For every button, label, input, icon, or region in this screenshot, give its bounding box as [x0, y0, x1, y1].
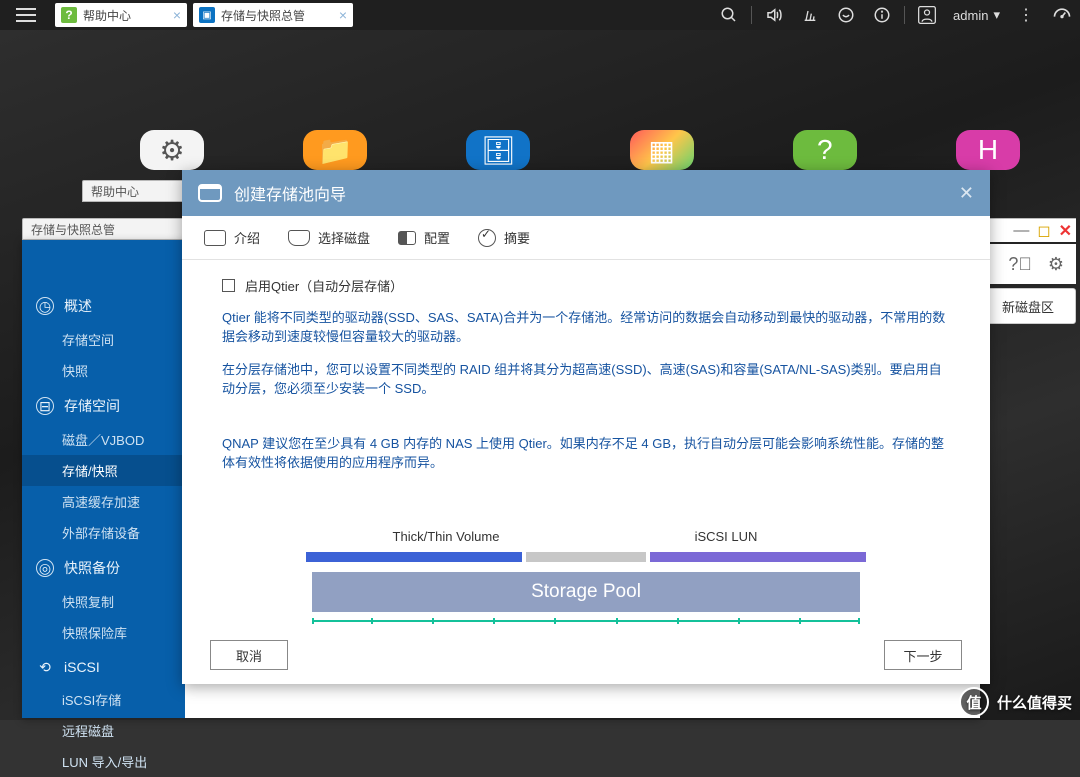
new-partition-button[interactable]: 新磁盘区: [980, 288, 1076, 324]
bg-window-actions: ?⃝ ⚙: [980, 244, 1076, 284]
search-icon[interactable]: [711, 0, 747, 30]
bg-window-sm-title: 存储与快照总管: [22, 218, 202, 240]
qtier-checkbox-row[interactable]: 启用Qtier（自动分层存储）: [222, 276, 950, 295]
menu-icon[interactable]: [0, 0, 52, 30]
close-icon[interactable]: ×: [339, 7, 347, 23]
system-topbar: ? 帮助中心 × ▣ 存储与快照总管 × admin ▾ ⋮: [0, 0, 1080, 30]
step-config[interactable]: 配置: [398, 228, 450, 247]
watermark: 值 什么值得买: [959, 687, 1072, 717]
chevron-down-icon: ▾: [993, 7, 1000, 23]
step-intro[interactable]: 介绍: [204, 228, 260, 247]
diagram-lun-bar: [650, 552, 866, 562]
qtier-desc-3: QNAP 建议您在至少具有 4 GB 内存的 NAS 上使用 Qtier。如果内…: [222, 433, 950, 471]
summary-icon: [478, 229, 496, 247]
diagram-thick-bar: [306, 552, 522, 562]
help-icon: ?: [61, 7, 77, 23]
cancel-button[interactable]: 取消: [210, 640, 288, 670]
pool-diagram: Thick/Thin Volume iSCSI LUN Storage Pool…: [222, 529, 950, 626]
storage-icon: ▣: [199, 7, 215, 23]
more-icon[interactable]: ⋮: [1008, 0, 1044, 30]
qtier-desc-2: 在分层存储池中，您可以设置不同类型的 RAID 组并将其分为超高速(SSD)、高…: [222, 359, 950, 397]
qtier-desc-1: Qtier 能将不同类型的驱动器(SSD、SAS、SATA)合并为一个存储池。经…: [222, 307, 950, 345]
wizard-footer: 取消 下一步: [182, 626, 990, 684]
close-icon[interactable]: ×: [173, 7, 181, 23]
taskbar-label: 帮助中心: [83, 7, 131, 24]
user-menu[interactable]: admin ▾: [945, 7, 1008, 23]
user-name: admin: [953, 8, 988, 23]
sidebar-item-snapvault[interactable]: 快照保险库: [22, 617, 185, 648]
sidebar-item-snapbackup[interactable]: ◎快照备份: [22, 548, 185, 586]
taskbar-item-help[interactable]: ? 帮助中心 ×: [55, 3, 187, 27]
gauge-icon: ◷: [36, 297, 54, 315]
sidebar-item-storage[interactable]: ⊟存储空间: [22, 386, 185, 424]
wizard-steps: 介绍 选择磁盘 配置 摘要: [182, 216, 990, 260]
sidebar-item-overview[interactable]: ◷概述: [22, 286, 185, 324]
sidebar-item-snapshot[interactable]: 快照: [22, 355, 185, 386]
sidebar-item-disks[interactable]: 磁盘／VJBOD: [22, 424, 185, 455]
sm-sidebar: ◷概述 存储空间 快照 ⊟存储空间 磁盘／VJBOD 存储/快照 高速缓存加速 …: [22, 240, 185, 718]
diagram-gap: [526, 552, 646, 562]
sidebar-item-storage-snapshot[interactable]: 存储/快照: [22, 455, 185, 486]
gear-icon[interactable]: ⚙: [1048, 254, 1064, 275]
desktop-app-files[interactable]: 📁: [303, 130, 367, 170]
taskbar-item-storage[interactable]: ▣ 存储与快照总管 ×: [193, 3, 353, 27]
sidebar-item-iscsi[interactable]: ⟲iSCSI: [22, 648, 185, 684]
wizard-header: 创建存储池向导 ✕: [182, 170, 990, 216]
config-icon: [398, 231, 416, 245]
disk-icon: [288, 230, 310, 246]
desktop-app-hd[interactable]: H: [956, 130, 1020, 170]
camera-icon: ◎: [36, 559, 54, 577]
qtier-label: 启用Qtier（自动分层存储）: [245, 276, 403, 295]
sidebar-item-external[interactable]: 外部存储设备: [22, 517, 185, 548]
intro-icon: [204, 230, 226, 246]
taskbar-label: 存储与快照总管: [221, 7, 305, 24]
step-summary[interactable]: 摘要: [478, 228, 530, 247]
wizard-title: 创建存储池向导: [234, 181, 346, 205]
diagram-pool: Storage Pool: [306, 572, 866, 612]
diagram-lun-label: iSCSI LUN: [586, 529, 866, 544]
close-icon[interactable]: ✕: [959, 183, 974, 204]
volume-icon[interactable]: [756, 0, 792, 30]
wizard-body: 启用Qtier（自动分层存储） Qtier 能将不同类型的驱动器(SSD、SAS…: [182, 260, 990, 626]
diagram-raid-bar: [312, 618, 860, 622]
desktop-app-control[interactable]: ⚙: [140, 130, 204, 170]
next-button[interactable]: 下一步: [884, 640, 962, 670]
sidebar-item-lun[interactable]: LUN 导入/导出: [22, 746, 185, 777]
dashboard-icon[interactable]: [1044, 0, 1080, 30]
step-select-disk[interactable]: 选择磁盘: [288, 228, 370, 247]
task-icon[interactable]: [828, 0, 864, 30]
bg-window-controls: —◻✕: [980, 218, 1076, 242]
info-icon[interactable]: [864, 0, 900, 30]
desktop-app-storage[interactable]: 🗄: [466, 130, 530, 170]
desktop-app-help[interactable]: ?: [793, 130, 857, 170]
external-icon[interactable]: [792, 0, 828, 30]
sidebar-item-iscsi-storage[interactable]: iSCSI存储: [22, 684, 185, 715]
checkbox-icon[interactable]: [222, 279, 235, 292]
help-icon[interactable]: ?⃝: [1008, 254, 1032, 275]
watermark-icon: 值: [959, 687, 989, 717]
desktop-app-center[interactable]: ▦: [630, 130, 694, 170]
user-icon[interactable]: [909, 0, 945, 30]
pool-icon: [198, 184, 222, 202]
diagram-thick-label: Thick/Thin Volume: [306, 529, 586, 544]
sidebar-item-snapcopy[interactable]: 快照复制: [22, 586, 185, 617]
share-icon: ⟲: [36, 658, 54, 676]
sidebar-item-storage-space[interactable]: 存储空间: [22, 324, 185, 355]
create-pool-wizard: 创建存储池向导 ✕ 介绍 选择磁盘 配置 摘要 启用Qtier（自动分层存储） …: [182, 170, 990, 684]
disk-icon: ⊟: [36, 397, 54, 415]
sidebar-item-cache[interactable]: 高速缓存加速: [22, 486, 185, 517]
